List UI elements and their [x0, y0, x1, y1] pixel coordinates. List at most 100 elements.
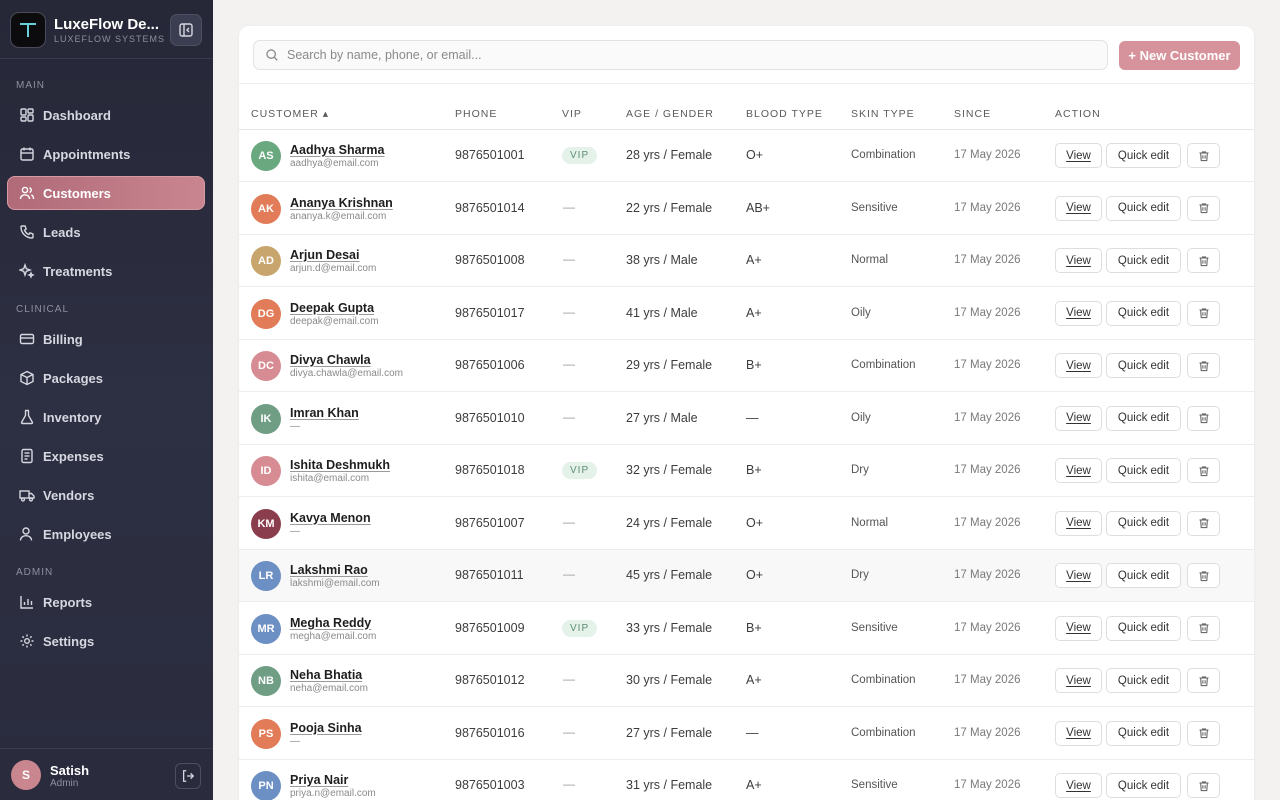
customer-age-gender: 28 yrs / Female: [626, 148, 713, 162]
quick-edit-button[interactable]: Quick edit: [1106, 510, 1181, 536]
quick-edit-button[interactable]: Quick edit: [1106, 563, 1181, 588]
header-customer[interactable]: CUSTOMER ▴: [251, 108, 329, 120]
delete-button[interactable]: [1187, 248, 1220, 273]
logo-mark-icon: [10, 12, 46, 48]
sidebar-item-billing[interactable]: Billing: [7, 322, 205, 356]
quick-edit-button[interactable]: Quick edit: [1106, 720, 1181, 746]
view-button[interactable]: View: [1055, 195, 1102, 221]
trash-icon: [1199, 360, 1208, 371]
customer-name-link[interactable]: Kavya Menon: [290, 511, 371, 525]
quick-edit-button[interactable]: Quick edit: [1106, 143, 1181, 168]
customer-name-link[interactable]: Pooja Sinha: [290, 721, 362, 735]
delete-button[interactable]: [1187, 510, 1220, 536]
customer-name-link[interactable]: Aadhya Sharma: [290, 143, 384, 157]
table-row[interactable]: DG Deepak Gupta deepak@email.com 9876501017…: [239, 288, 1254, 340]
view-button[interactable]: View: [1055, 143, 1102, 168]
customer-age-gender: 32 yrs / Female: [626, 463, 713, 477]
customer-name-link[interactable]: Ananya Krishnan: [290, 196, 393, 210]
toolbar: + New Customer: [239, 26, 1254, 84]
customer-name-link[interactable]: Imran Khan: [290, 406, 359, 420]
quick-edit-button[interactable]: Quick edit: [1106, 248, 1181, 273]
sidebar-item-leads[interactable]: Leads: [7, 215, 205, 249]
delete-button[interactable]: [1187, 195, 1220, 221]
avatar: IK: [251, 403, 281, 434]
avatar: DC: [251, 351, 281, 381]
view-button[interactable]: View: [1055, 563, 1102, 588]
customer-name-link[interactable]: Arjun Desai: [290, 248, 359, 262]
logout-button[interactable]: [175, 763, 201, 789]
table-row[interactable]: ID Ishita Deshmukh ishita@email.com 9876501…: [239, 445, 1254, 497]
sidebar-item-vendors[interactable]: Vendors: [7, 478, 205, 512]
sidebar-item-packages[interactable]: Packages: [7, 361, 205, 395]
customer-blood-type: B+: [746, 463, 762, 477]
quick-edit-button[interactable]: Quick edit: [1106, 458, 1181, 483]
quick-edit-button[interactable]: Quick edit: [1106, 405, 1181, 431]
delete-button[interactable]: [1187, 300, 1220, 326]
delete-button[interactable]: [1187, 615, 1220, 641]
view-button[interactable]: View: [1055, 773, 1102, 798]
quick-edit-button[interactable]: Quick edit: [1106, 353, 1181, 378]
sidebar-item-settings[interactable]: Settings: [7, 624, 205, 658]
customer-name-link[interactable]: Deepak Gupta: [290, 301, 374, 315]
new-customer-button[interactable]: + New Customer: [1119, 41, 1240, 70]
customer-name-link[interactable]: Megha Reddy: [290, 616, 371, 630]
quick-edit-button[interactable]: Quick edit: [1106, 773, 1181, 798]
quick-edit-button[interactable]: Quick edit: [1106, 300, 1181, 326]
view-button[interactable]: View: [1055, 668, 1102, 693]
table-row[interactable]: MR Megha Reddy megha@email.com 9876501009 VI…: [239, 603, 1254, 655]
view-button[interactable]: View: [1055, 720, 1102, 746]
table-row[interactable]: PS Pooja Sinha —9876501016—27 yrs / Female…: [239, 708, 1254, 760]
quick-edit-button[interactable]: Quick edit: [1106, 668, 1181, 693]
view-button[interactable]: View: [1055, 353, 1102, 378]
table-row[interactable]: NB Neha Bhatia neha@email.com 9876501012 — 30…: [239, 655, 1254, 707]
sidebar-item-inventory[interactable]: Inventory: [7, 400, 205, 434]
sidebar-item-dashboard[interactable]: Dashboard: [7, 98, 205, 132]
customer-name-link[interactable]: Priya Nair: [290, 773, 348, 787]
customer-since: 17 May 2026: [954, 149, 1021, 161]
delete-button[interactable]: [1187, 563, 1220, 588]
sidebar-item-treatments[interactable]: Treatments: [7, 254, 205, 288]
customer-name-link[interactable]: Divya Chawla: [290, 353, 371, 367]
table-row[interactable]: PN Priya Nair priya.n@email.com 9876501003 —…: [239, 760, 1254, 800]
quick-edit-button[interactable]: Quick edit: [1106, 195, 1181, 221]
delete-button[interactable]: [1187, 720, 1220, 746]
customer-name-link[interactable]: Lakshmi Rao: [290, 563, 368, 577]
collapse-sidebar-button[interactable]: [170, 14, 202, 46]
delete-button[interactable]: [1187, 773, 1220, 798]
customer-since: 17 May 2026: [954, 779, 1021, 791]
table-row[interactable]: AS Aadhya Sharma aadhya@email.com 987650100…: [239, 130, 1254, 182]
phone-icon: [18, 223, 36, 241]
sidebar-item-expenses[interactable]: Expenses: [7, 439, 205, 473]
table-row[interactable]: KM Kavya Menon —9876501007—24 yrs / Female…: [239, 498, 1254, 550]
table-row[interactable]: DC Divya Chawla divya.chawla@email.com 9876…: [239, 340, 1254, 392]
user-name: Satish: [50, 763, 90, 778]
delete-button[interactable]: [1187, 143, 1220, 168]
sidebar-item-appointments[interactable]: Appointments: [7, 137, 205, 171]
quick-edit-button[interactable]: Quick edit: [1106, 615, 1181, 641]
table-row[interactable]: IK Imran Khan —9876501010—27 yrs / Male — Oi…: [239, 393, 1254, 445]
user-role: Admin: [50, 778, 79, 789]
table-row[interactable]: AD Arjun Desai arjun.d@email.com 9876501008…: [239, 235, 1254, 287]
delete-button[interactable]: [1187, 458, 1220, 483]
delete-button[interactable]: [1187, 668, 1220, 693]
sidebar-item-employees[interactable]: Employees: [7, 517, 205, 551]
table-row[interactable]: LR Lakshmi Rao lakshmi@email.com 9876501011…: [239, 550, 1254, 602]
view-button[interactable]: View: [1055, 458, 1102, 483]
sidebar-item-customers[interactable]: Customers: [7, 176, 205, 210]
customer-name-link[interactable]: Ishita Deshmukh: [290, 458, 390, 472]
customer-name-link[interactable]: Neha Bhatia: [290, 668, 362, 682]
view-button[interactable]: View: [1055, 300, 1102, 326]
trash-icon: [1199, 465, 1208, 476]
delete-button[interactable]: [1187, 405, 1220, 431]
customer-blood-type: B+: [746, 358, 762, 372]
view-button[interactable]: View: [1055, 615, 1102, 641]
view-button[interactable]: View: [1055, 248, 1102, 273]
avatar: AD: [251, 246, 281, 276]
view-button[interactable]: View: [1055, 405, 1102, 431]
search-input[interactable]: [287, 48, 1087, 62]
table-row[interactable]: AK Ananya Krishnan ananya.k@email.com 98765…: [239, 183, 1254, 235]
sidebar-item-reports[interactable]: Reports: [7, 585, 205, 619]
delete-button[interactable]: [1187, 353, 1220, 378]
view-button[interactable]: View: [1055, 510, 1102, 536]
search-box[interactable]: [253, 40, 1108, 70]
